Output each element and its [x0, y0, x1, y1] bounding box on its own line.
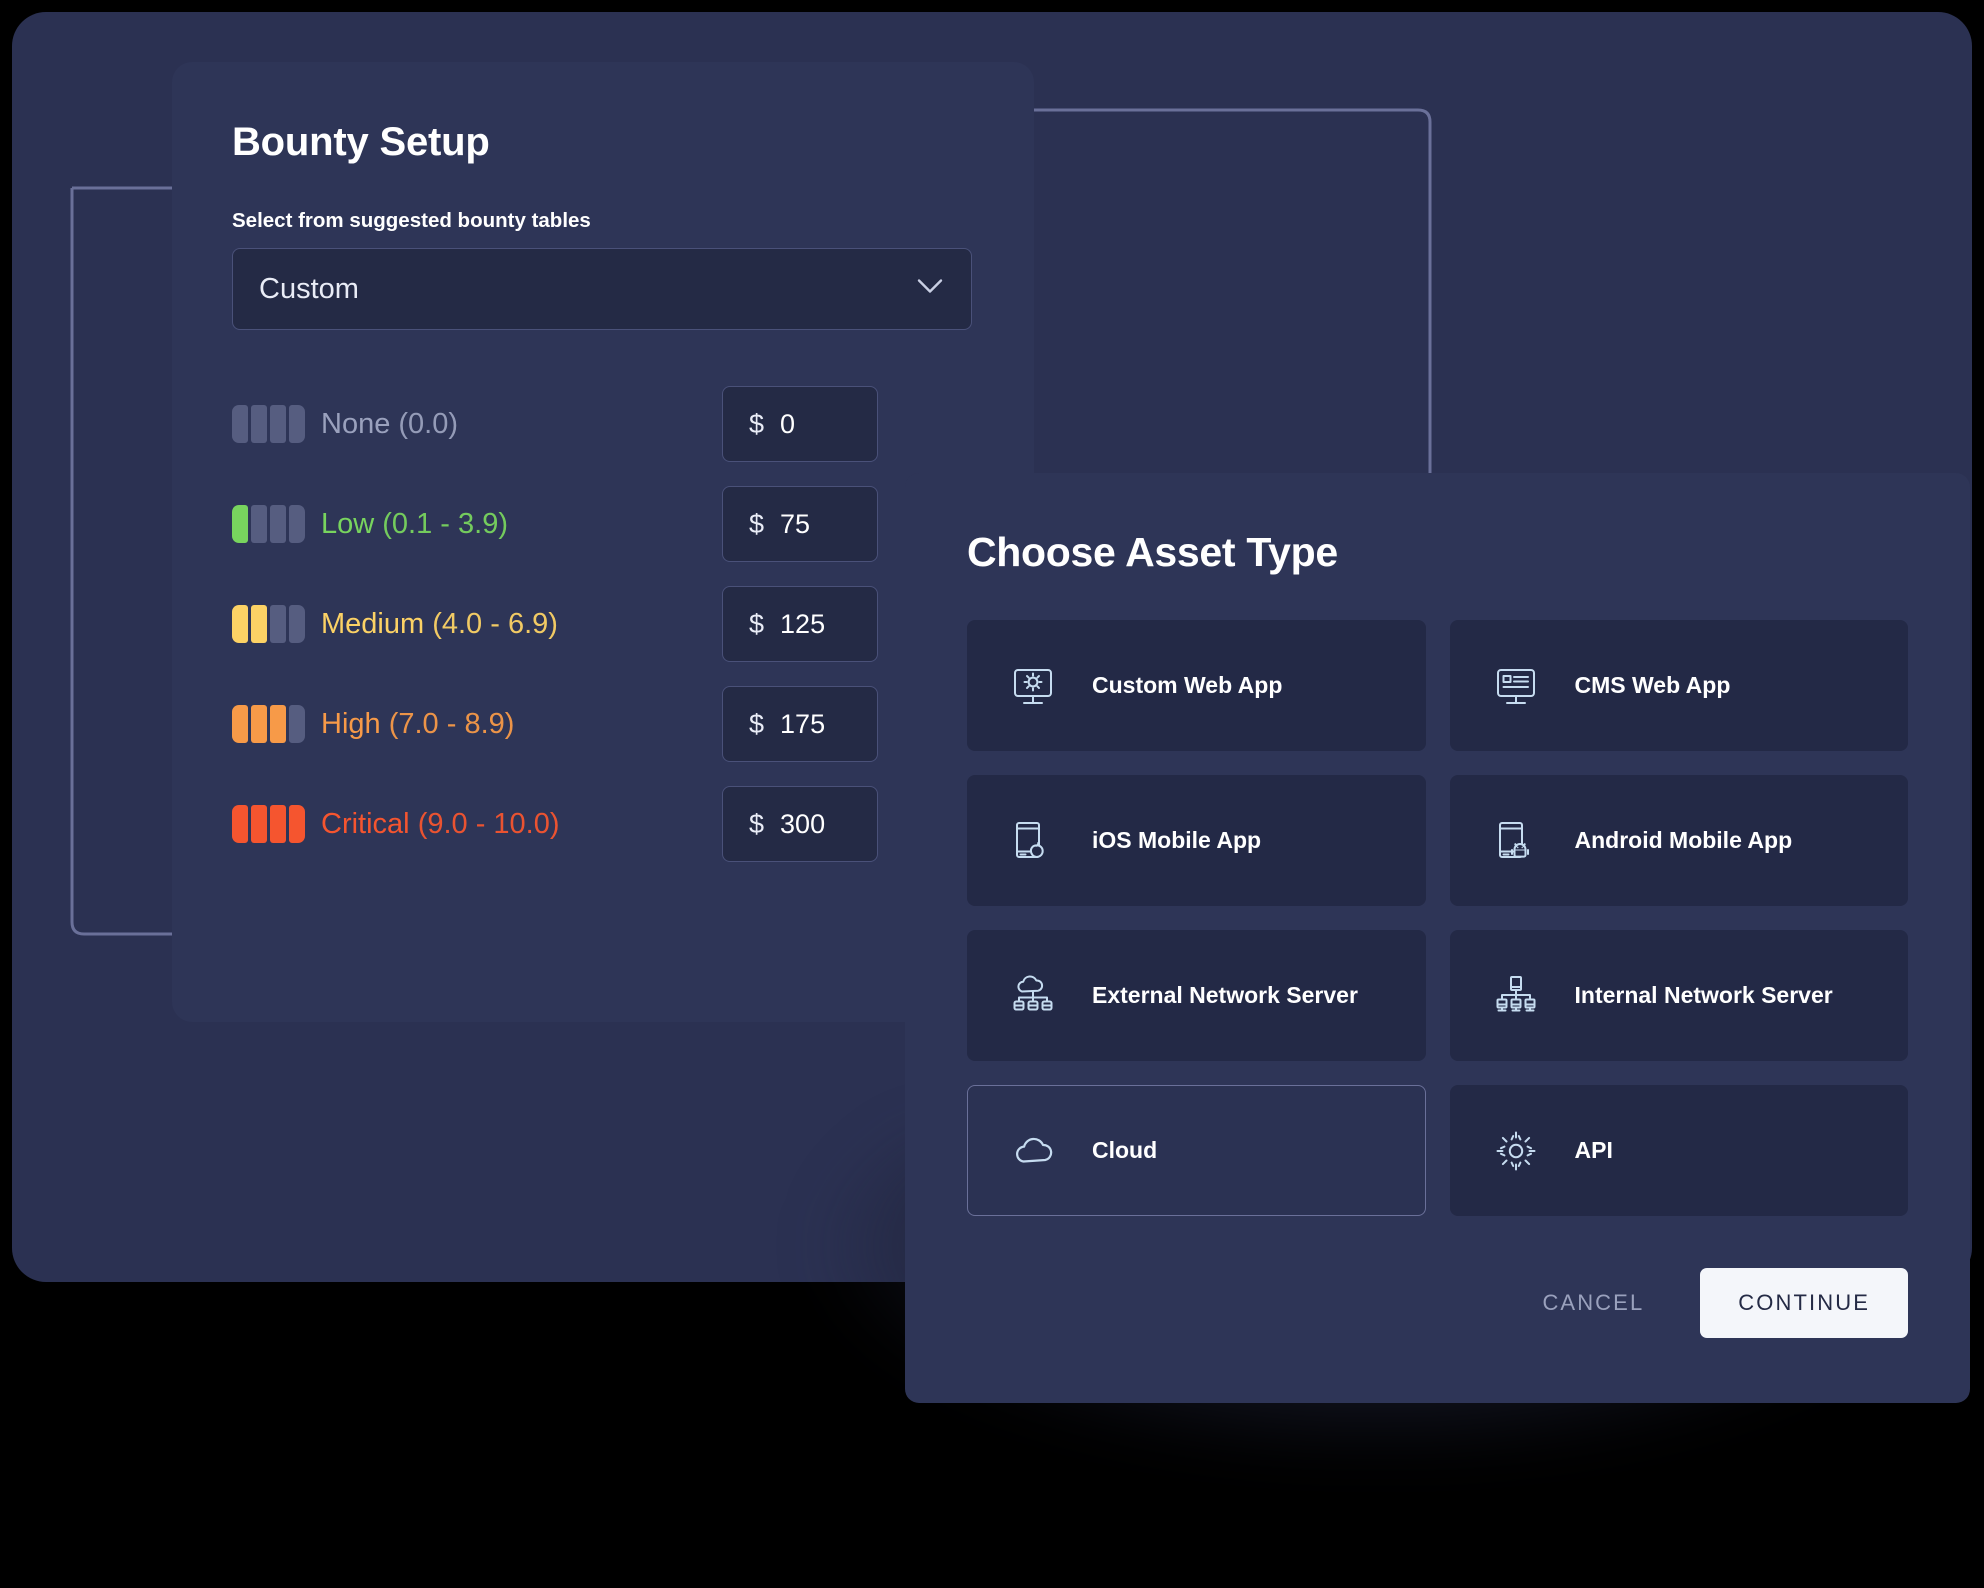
bounty-amount-input-low[interactable]: $ 75 [722, 486, 878, 562]
cancel-button[interactable]: CANCEL [1538, 1282, 1648, 1324]
bounty-table-select[interactable]: Custom [232, 248, 972, 330]
monitor-content-icon [1493, 663, 1539, 709]
severity-meter-medium [232, 605, 305, 643]
severity-range: (0.0) [398, 407, 459, 440]
asset-card-cms-web-app[interactable]: CMS Web App [1449, 620, 1908, 751]
severity-label-group: High (7.0 - 8.9) [232, 705, 722, 743]
asset-card-label: API [1574, 1137, 1613, 1164]
gear-icon [1493, 1128, 1539, 1174]
severity-name: Low [321, 507, 375, 540]
severity-row: None (0.0) $ 0 [232, 374, 974, 474]
severity-name: Critical [321, 807, 410, 840]
page-title: Bounty Setup [232, 120, 490, 164]
severity-label: Medium (4.0 - 6.9) [321, 608, 558, 641]
severity-list: None (0.0) $ 0 Low (0.1 - 3.9) $ 75 Medi… [232, 374, 974, 874]
asset-card-internal-network-server[interactable]: Internal Network Server [1449, 930, 1908, 1061]
asset-card-cloud[interactable]: Cloud [967, 1085, 1426, 1216]
bounty-table-select-label: Select from suggested bounty tables [232, 209, 591, 232]
currency-symbol: $ [749, 708, 765, 739]
asset-card-api[interactable]: API [1449, 1085, 1908, 1216]
severity-label: None (0.0) [321, 408, 458, 441]
bounty-amount-input-medium[interactable]: $ 125 [722, 586, 878, 662]
severity-name: High [321, 707, 381, 740]
asset-card-ios-mobile-app[interactable]: iOS Mobile App [967, 775, 1426, 906]
phone-android-icon [1493, 818, 1539, 864]
severity-row: Low (0.1 - 3.9) $ 75 [232, 474, 974, 574]
severity-meter-none [232, 405, 305, 443]
severity-label: High (7.0 - 8.9) [321, 708, 514, 741]
asset-card-android-mobile-app[interactable]: Android Mobile App [1449, 775, 1908, 906]
severity-meter-high [232, 705, 305, 743]
currency-symbol: $ [749, 808, 765, 839]
severity-row: Medium (4.0 - 6.9) $ 125 [232, 574, 974, 674]
asset-type-grid: Custom Web App CMS Web App iOS Mobile Ap… [967, 620, 1908, 1216]
severity-label: Critical (9.0 - 10.0) [321, 808, 560, 841]
bounty-amount-value: 0 [780, 408, 796, 439]
network-tree-icon [1493, 973, 1539, 1019]
asset-card-external-network-server[interactable]: External Network Server [967, 930, 1426, 1061]
severity-meter-critical [232, 805, 305, 843]
phone-apple-icon [1010, 818, 1056, 864]
severity-label-group: Medium (4.0 - 6.9) [232, 605, 722, 643]
asset-card-label: Internal Network Server [1574, 982, 1833, 1009]
severity-name: None [321, 407, 391, 440]
bounty-amount-input-none[interactable]: $ 0 [722, 386, 878, 462]
asset-card-label: CMS Web App [1574, 672, 1731, 699]
severity-range: (0.1 - 3.9) [382, 507, 508, 540]
bounty-amount-value: 300 [780, 808, 826, 839]
screen: Bounty Setup Select from suggested bount… [0, 0, 1984, 1588]
bounty-amount-value: 175 [780, 708, 826, 739]
modal-title: Choose Asset Type [967, 529, 1338, 575]
asset-card-custom-web-app[interactable]: Custom Web App [967, 620, 1426, 751]
bounty-amount-input-critical[interactable]: $ 300 [722, 786, 878, 862]
asset-card-label: iOS Mobile App [1092, 827, 1262, 854]
severity-range: (4.0 - 6.9) [432, 607, 558, 640]
currency-symbol: $ [749, 408, 765, 439]
choose-asset-type-modal: Choose Asset Type Custom Web App CMS Web… [905, 473, 1970, 1403]
asset-card-label: External Network Server [1092, 982, 1358, 1009]
modal-footer: CANCEL CONTINUE [967, 1268, 1908, 1338]
cloud-network-icon [1010, 973, 1056, 1019]
severity-meter-low [232, 505, 305, 543]
severity-range: (7.0 - 8.9) [388, 707, 515, 740]
severity-label-group: Low (0.1 - 3.9) [232, 505, 722, 543]
chevron-down-icon [917, 279, 943, 300]
asset-card-label: Android Mobile App [1574, 827, 1793, 854]
severity-label-group: Critical (9.0 - 10.0) [232, 805, 722, 843]
severity-range: (9.0 - 10.0) [417, 807, 560, 840]
severity-name: Medium [321, 607, 425, 640]
continue-button[interactable]: CONTINUE [1700, 1268, 1908, 1338]
severity-row: High (7.0 - 8.9) $ 175 [232, 674, 974, 774]
currency-symbol: $ [749, 508, 765, 539]
cloud-icon [1010, 1128, 1056, 1174]
severity-row: Critical (9.0 - 10.0) $ 300 [232, 774, 974, 874]
bounty-amount-input-high[interactable]: $ 175 [722, 686, 878, 762]
bounty-amount-value: 125 [780, 608, 826, 639]
asset-card-label: Cloud [1092, 1137, 1158, 1164]
currency-symbol: $ [749, 608, 765, 639]
bounty-table-select-value: Custom [259, 272, 359, 305]
bounty-amount-value: 75 [780, 508, 811, 539]
monitor-gear-icon [1010, 663, 1056, 709]
severity-label: Low (0.1 - 3.9) [321, 508, 508, 541]
severity-label-group: None (0.0) [232, 405, 722, 443]
asset-card-label: Custom Web App [1092, 672, 1283, 699]
